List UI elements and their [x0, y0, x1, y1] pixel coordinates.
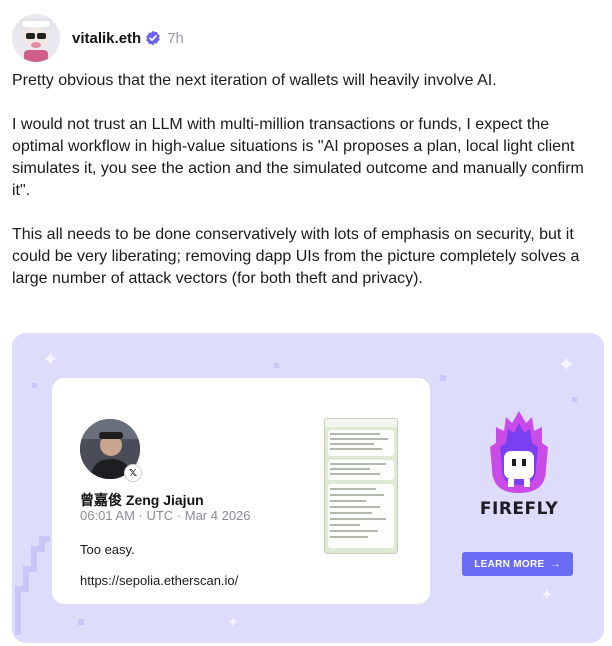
learn-more-button[interactable]: LEARN MORE → [462, 552, 573, 576]
brand-wordmark: FIREFLY [479, 499, 559, 519]
author-avatar[interactable] [12, 14, 60, 62]
post-header: vitalik.eth 7h [12, 14, 184, 62]
arrow-right-icon: → [550, 558, 561, 570]
sparkle-icon: ✦ [227, 615, 239, 631]
tweet-card: 𝕏 曾嘉俊 Zeng Jiajun 06:01 AM · UTC · Mar 4… [52, 378, 430, 604]
author-avatar-image [12, 14, 60, 62]
post-paragraph: This all needs to be done conservatively… [12, 226, 580, 287]
tweet-text: Too easy. [80, 542, 135, 557]
sparkle-icon: ✦ [540, 585, 554, 604]
chat-screenshot-thumbnail [324, 418, 398, 554]
post-paragraph: Pretty obvious that the next iteration o… [12, 72, 497, 89]
author-name[interactable]: vitalik.eth [72, 30, 141, 47]
tweet-timestamp: 06:01 AM · UTC · Mar 4 2026 [80, 508, 251, 523]
post-text: Pretty obvious that the next iteration o… [12, 70, 602, 312]
sparkle-icon: ✦ [42, 347, 59, 371]
decor-pixel [274, 363, 279, 368]
verified-badge-icon [145, 30, 161, 46]
post-time[interactable]: 7h [167, 30, 184, 47]
firefly-logo-icon [486, 409, 552, 495]
post-paragraph: I would not trust an LLM with multi-mill… [12, 116, 584, 199]
decor-pixel [440, 375, 446, 381]
sparkle-icon: ✦ [557, 353, 576, 378]
decor-pixel [32, 383, 37, 388]
decor-pixel [572, 397, 577, 402]
learn-more-label: LEARN MORE [474, 558, 545, 570]
embedded-media[interactable]: ✦ ✦ ✦ ✦ 𝕏 曾嘉俊 Zeng Jiajun 06:01 AM · UTC… [12, 333, 604, 643]
tweet-link: https://sepolia.etherscan.io/ [80, 573, 239, 588]
tweet-author-name: 曾嘉俊 Zeng Jiajun [80, 492, 204, 508]
x-logo-icon: 𝕏 [124, 464, 142, 482]
